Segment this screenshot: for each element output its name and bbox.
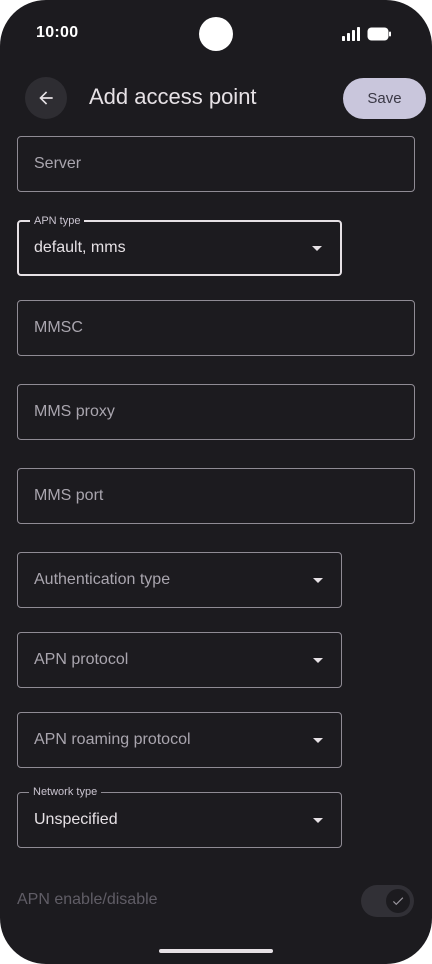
mmsc-placeholder: MMSC: [34, 319, 83, 336]
apn-type-label: APN type: [30, 215, 85, 227]
mms-port-field[interactable]: MMS port: [17, 468, 415, 524]
network-type-label: Network type: [29, 786, 102, 798]
dropdown-arrow-icon: [313, 738, 323, 743]
dropdown-arrow-icon: [312, 246, 322, 251]
phone-screen: 10:00 Add access point Save Server APN t…: [0, 0, 432, 964]
server-placeholder: Server: [34, 155, 82, 172]
mms-proxy-placeholder: MMS proxy: [34, 403, 115, 420]
page-title: Add access point: [89, 84, 257, 109]
signal-icon: [342, 27, 360, 41]
authentication-type-placeholder: Authentication type: [34, 571, 171, 588]
server-field[interactable]: Server: [17, 136, 415, 192]
save-button[interactable]: Save: [343, 78, 426, 119]
network-type-dropdown[interactable]: Network type Unspecified: [17, 786, 342, 848]
apn-enable-label: APN enable/disable: [17, 891, 158, 908]
home-indicator[interactable]: [159, 949, 273, 953]
apn-enable-toggle[interactable]: [361, 885, 414, 917]
apn-roaming-protocol-placeholder: APN roaming protocol: [34, 731, 191, 748]
status-time: 10:00: [36, 24, 79, 41]
mms-proxy-field[interactable]: MMS proxy: [17, 384, 415, 440]
mms-port-placeholder: MMS port: [34, 487, 104, 504]
camera-cutout: [199, 17, 233, 51]
mmsc-field[interactable]: MMSC: [17, 300, 415, 356]
apn-roaming-protocol-dropdown[interactable]: APN roaming protocol: [17, 712, 342, 768]
apn-type-dropdown[interactable]: APN type default, mms: [17, 215, 342, 276]
authentication-type-dropdown[interactable]: Authentication type: [17, 552, 342, 608]
dropdown-arrow-icon: [313, 578, 323, 583]
apn-type-value: default, mms: [34, 239, 126, 256]
check-icon: [392, 897, 404, 906]
toggle-thumb: [386, 889, 410, 913]
battery-icon: [367, 27, 391, 41]
arrow-left-icon: [39, 91, 53, 105]
apn-protocol-placeholder: APN protocol: [34, 651, 129, 668]
network-type-value: Unspecified: [34, 811, 118, 828]
dropdown-arrow-icon: [313, 658, 323, 663]
apn-protocol-dropdown[interactable]: APN protocol: [17, 632, 342, 688]
back-button[interactable]: [25, 77, 67, 119]
dropdown-arrow-icon: [313, 818, 323, 823]
